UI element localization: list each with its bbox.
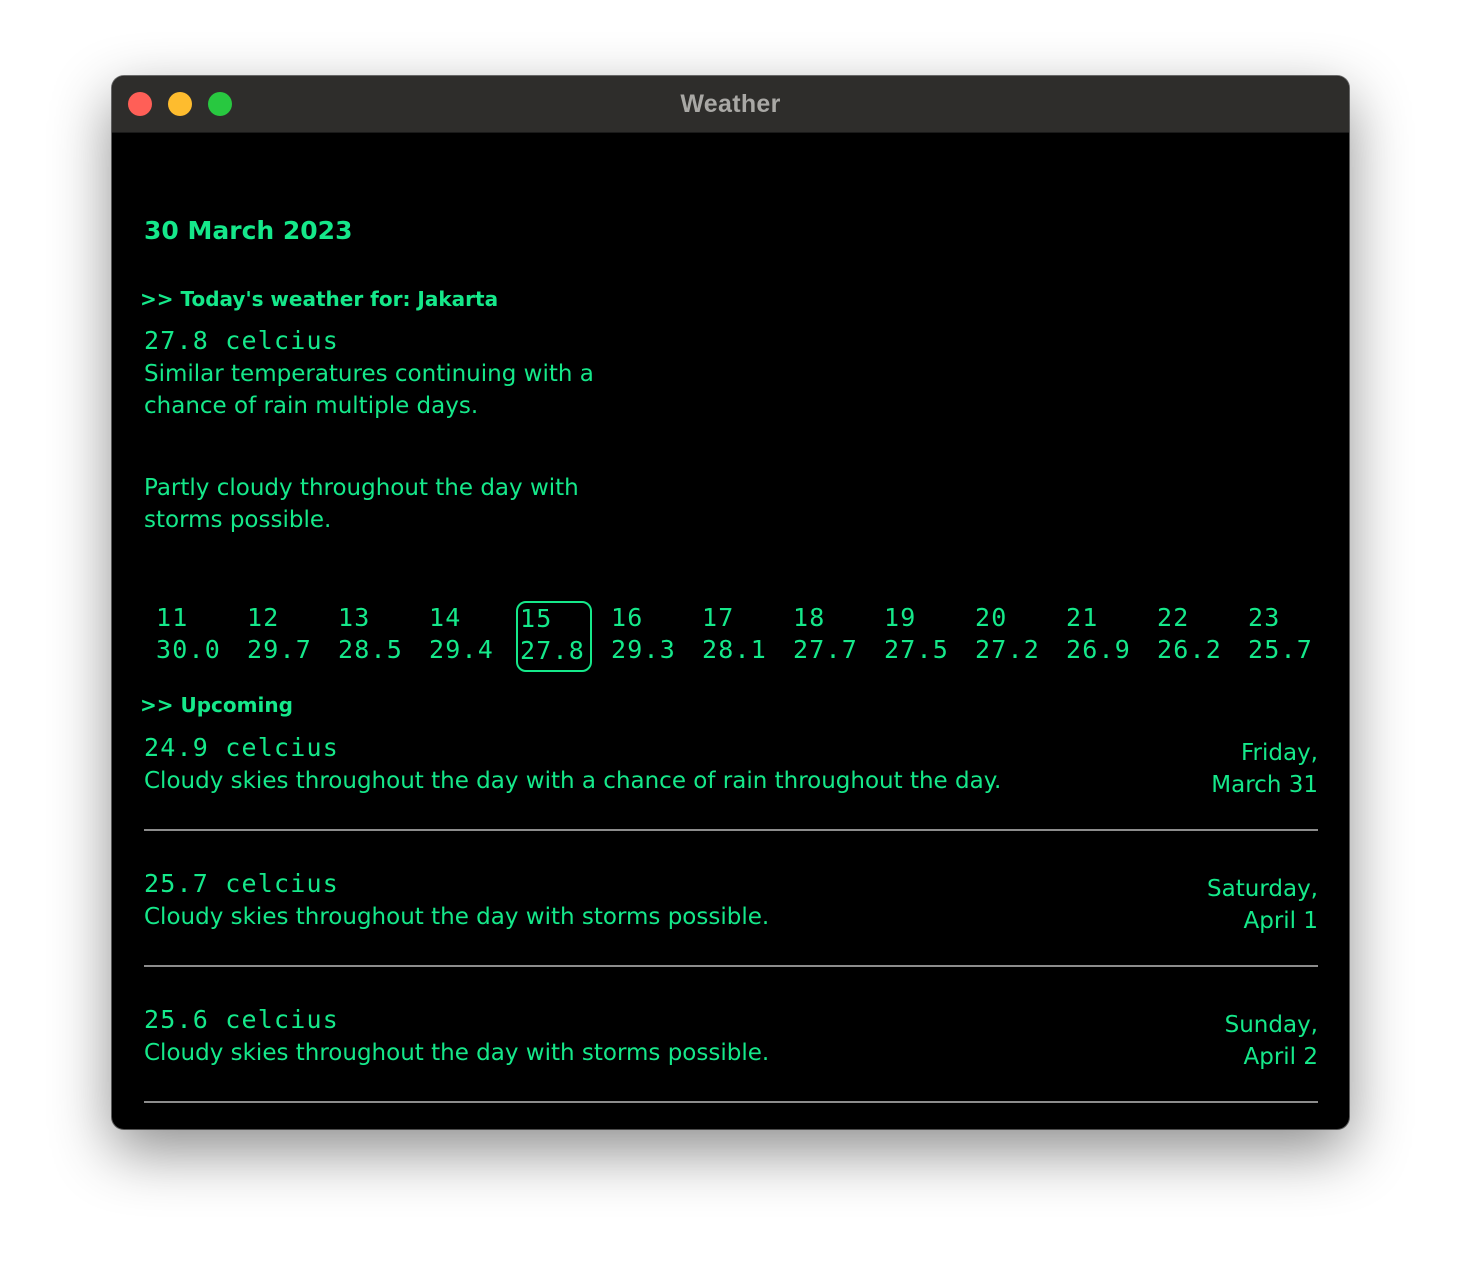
hourly-hour: 22 [1157, 603, 1190, 632]
forecast-day-date: March 31 [1211, 772, 1318, 798]
today-condition: Partly cloudy throughout the day with st… [144, 475, 579, 533]
window-title: Weather [680, 90, 781, 118]
forecast-temperature: 25.7 celcius [144, 869, 340, 898]
hourly-item[interactable]: 12 29.7 [243, 602, 325, 666]
forecast-row: 24.9 celcius Cloudy skies throughout the… [144, 733, 1318, 829]
hourly-temperature: 25.7 [1248, 635, 1314, 664]
forecast-temperature: 24.9 celcius [144, 733, 340, 762]
hourly-hour: 23 [1248, 603, 1281, 632]
forecast-weekday: Saturday, [1207, 876, 1318, 902]
hourly-temperature: 27.8 [520, 636, 586, 665]
hourly-item[interactable]: 22 26.2 [1153, 602, 1235, 666]
hourly-hour: 18 [793, 603, 826, 632]
today-heading: >> Today's weather for: Jakarta [140, 287, 499, 311]
hourly-item[interactable]: 14 29.4 [425, 602, 507, 666]
forecast-day-date: April 1 [1243, 908, 1318, 934]
forecast-weekday: Friday, [1240, 740, 1318, 766]
hourly-hour: 11 [156, 603, 189, 632]
forecast-divider [144, 965, 1318, 967]
hourly-hour: 20 [975, 603, 1008, 632]
weather-window: Weather 30 March 2023 >> Today's weather… [112, 76, 1349, 1129]
hourly-item[interactable]: 23 25.7 [1244, 602, 1326, 666]
title-bar[interactable]: Weather [112, 76, 1349, 133]
today-temperature: 27.8 celcius [144, 326, 340, 355]
forecast-day-date: April 2 [1243, 1044, 1318, 1070]
hourly-hour: 14 [429, 603, 462, 632]
today-summary: Similar temperatures continuing with a c… [144, 361, 594, 419]
forecast-description: Cloudy skies throughout the day with sto… [144, 904, 770, 930]
hourly-hour: 21 [1066, 603, 1099, 632]
hourly-item[interactable]: 17 28.1 [698, 602, 780, 666]
hourly-temperature: 29.7 [247, 635, 313, 664]
hourly-temperature: 29.4 [429, 635, 495, 664]
hourly-hour: 13 [338, 603, 371, 632]
hourly-temperature: 26.9 [1066, 635, 1132, 664]
forecast-divider [144, 1101, 1318, 1103]
weather-content: 30 March 2023 >> Today's weather for: Ja… [112, 132, 1349, 1129]
hourly-temperature: 26.2 [1157, 635, 1223, 664]
forecast-date: Saturday, April 1 [1207, 873, 1318, 937]
forecast-row: 25.6 celcius Cloudy skies throughout the… [144, 1005, 1318, 1101]
forecast-divider [144, 829, 1318, 831]
hourly-hour: 17 [702, 603, 735, 632]
forecast-date: Sunday, April 2 [1225, 1009, 1318, 1073]
forecast-description: Cloudy skies throughout the day with sto… [144, 1040, 770, 1066]
upcoming-heading: >> Upcoming [140, 693, 293, 717]
hourly-hour: 15 [520, 604, 553, 633]
hourly-hour: 19 [884, 603, 917, 632]
hourly-temperature: 27.7 [793, 635, 859, 664]
hourly-item[interactable]: 11 30.0 [152, 602, 234, 666]
hourly-item[interactable]: 13 28.5 [334, 602, 416, 666]
hourly-hour: 12 [247, 603, 280, 632]
forecast-weekday: Sunday, [1224, 1012, 1318, 1038]
hourly-temperature: 29.3 [611, 635, 677, 664]
hourly-item[interactable]: 20 27.2 [971, 602, 1053, 666]
hourly-temperature: 27.2 [975, 635, 1041, 664]
hourly-temperature: 28.1 [702, 635, 768, 664]
hourly-item[interactable]: 18 27.7 [789, 602, 871, 666]
hourly-temperature: 28.5 [338, 635, 404, 664]
forecast-description: Cloudy skies throughout the day with a c… [144, 768, 1002, 794]
hourly-item[interactable]: 16 29.3 [607, 602, 689, 666]
hourly-hour: 16 [611, 603, 644, 632]
hourly-temperature: 30.0 [156, 635, 222, 664]
current-date: 30 March 2023 [144, 216, 353, 245]
forecast-date: Friday, March 31 [1211, 737, 1318, 801]
hourly-item[interactable]: 19 27.5 [880, 602, 962, 666]
forecast-row: 25.7 celcius Cloudy skies throughout the… [144, 869, 1318, 965]
hourly-item-current[interactable]: 15 27.8 [516, 601, 592, 672]
forecast-temperature: 25.6 celcius [144, 1005, 340, 1034]
hourly-item[interactable]: 21 26.9 [1062, 602, 1144, 666]
hourly-temperature: 27.5 [884, 635, 950, 664]
